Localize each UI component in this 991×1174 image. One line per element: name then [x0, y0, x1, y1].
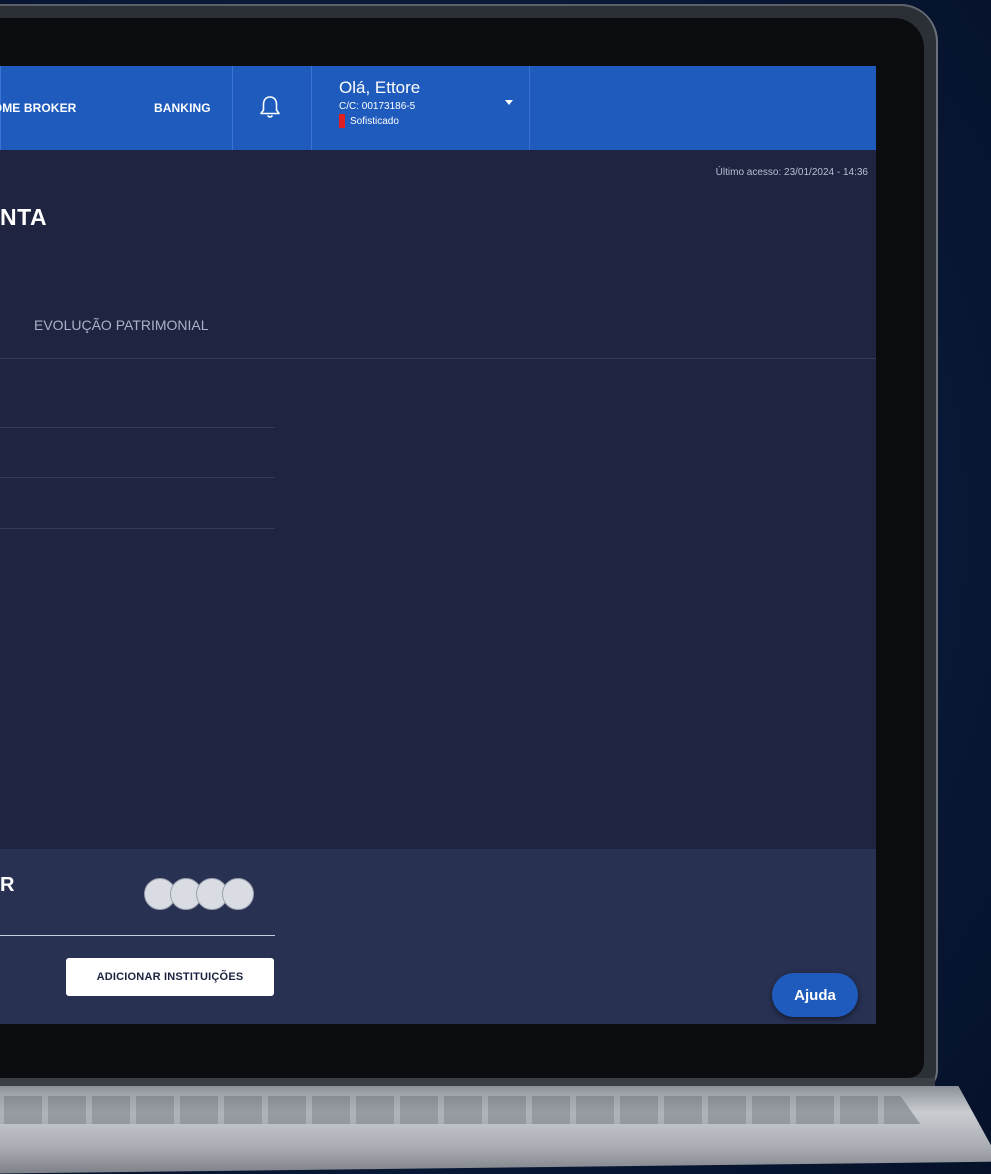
- row-divider: [0, 477, 275, 478]
- user-menu[interactable]: Olá, Ettore C/C: 00173186-5 Sofisticado: [339, 78, 420, 128]
- help-button[interactable]: Ajuda: [772, 973, 858, 1017]
- page-title: NTA: [0, 204, 48, 230]
- chevron-down-icon[interactable]: [505, 100, 513, 105]
- investor-profile: Sofisticado: [339, 114, 420, 128]
- last-access: Último acesso: 23/01/2024 - 14:36: [715, 167, 868, 178]
- profile-flag-icon: [339, 114, 345, 128]
- institutions-panel: [0, 849, 876, 1024]
- header-divider: [311, 66, 312, 150]
- row-divider: [0, 528, 275, 529]
- bell-icon[interactable]: [258, 94, 282, 120]
- add-institutions-button[interactable]: ADICIONAR INSTITUIÇÕES: [66, 958, 274, 996]
- account-number: C/C: 00173186-5: [339, 101, 416, 112]
- investor-profile-label: Sofisticado: [350, 115, 399, 127]
- app-screen: HOME BROKER BANKING Olá, Ettore C/C: 001…: [0, 66, 876, 1024]
- user-greeting: Olá, Ettore: [339, 78, 421, 97]
- nav-banking[interactable]: BANKING: [154, 66, 211, 150]
- institution-logo-icon: [222, 878, 254, 910]
- nav-home-broker[interactable]: HOME BROKER: [0, 66, 76, 150]
- row-divider: [0, 427, 275, 428]
- header-divider: [529, 66, 530, 150]
- header-divider: [232, 66, 233, 150]
- laptop-keyboard: [0, 1096, 921, 1124]
- tabs-divider: [0, 358, 876, 359]
- top-header: HOME BROKER BANKING Olá, Ettore C/C: 001…: [0, 66, 876, 150]
- tab-evolucao-patrimonial[interactable]: EVOLUÇÃO PATRIMONIAL: [34, 317, 209, 333]
- panel-divider: [0, 935, 275, 936]
- panel-title: R: [0, 874, 15, 896]
